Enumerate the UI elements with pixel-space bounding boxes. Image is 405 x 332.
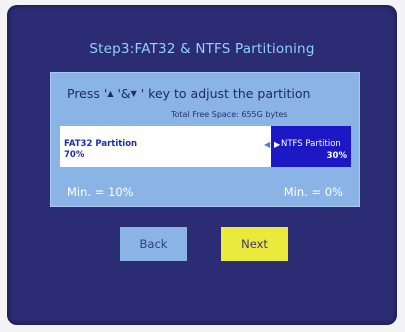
page-title: Step3:FAT32 & NTFS Partitioning	[89, 41, 315, 57]
ntfs-segment: ▶ NTFS Partition 30%	[271, 126, 351, 167]
next-button[interactable]: Next	[221, 227, 288, 261]
tv-frame: Step3:FAT32 & NTFS Partitioning Press '▲…	[0, 0, 405, 332]
right-arrow-icon: ▶	[274, 140, 281, 149]
partition-slider[interactable]: FAT32 Partition 70% ◀ ▶ NTFS Partition 3…	[60, 126, 351, 167]
ntfs-min-label: Min. = 0%	[283, 185, 343, 199]
fat32-percent: 70%	[64, 150, 85, 160]
fat32-segment: FAT32 Partition 70%	[60, 126, 263, 167]
left-arrow-icon: ◀	[264, 140, 271, 149]
ntfs-label: NTFS Partition	[281, 139, 341, 149]
instruction-text: Press '▲ '&▼ ' key to adjust the partiti…	[67, 86, 310, 101]
instruction-middle: '&	[113, 86, 131, 101]
partition-panel: Press '▲ '&▼ ' key to adjust the partiti…	[50, 72, 360, 207]
ntfs-percent: 30%	[326, 151, 347, 161]
fat32-min-label: Min. = 10%	[67, 185, 134, 199]
back-button[interactable]: Back	[120, 227, 187, 261]
instruction-prefix: Press '	[67, 86, 108, 101]
setup-screen: Step3:FAT32 & NTFS Partitioning Press '▲…	[7, 5, 397, 325]
free-space-label: Total Free Space: 655G bytes	[171, 110, 288, 119]
fat32-label: FAT32 Partition	[64, 139, 138, 149]
instruction-suffix: ' key to adjust the partition	[136, 86, 311, 101]
